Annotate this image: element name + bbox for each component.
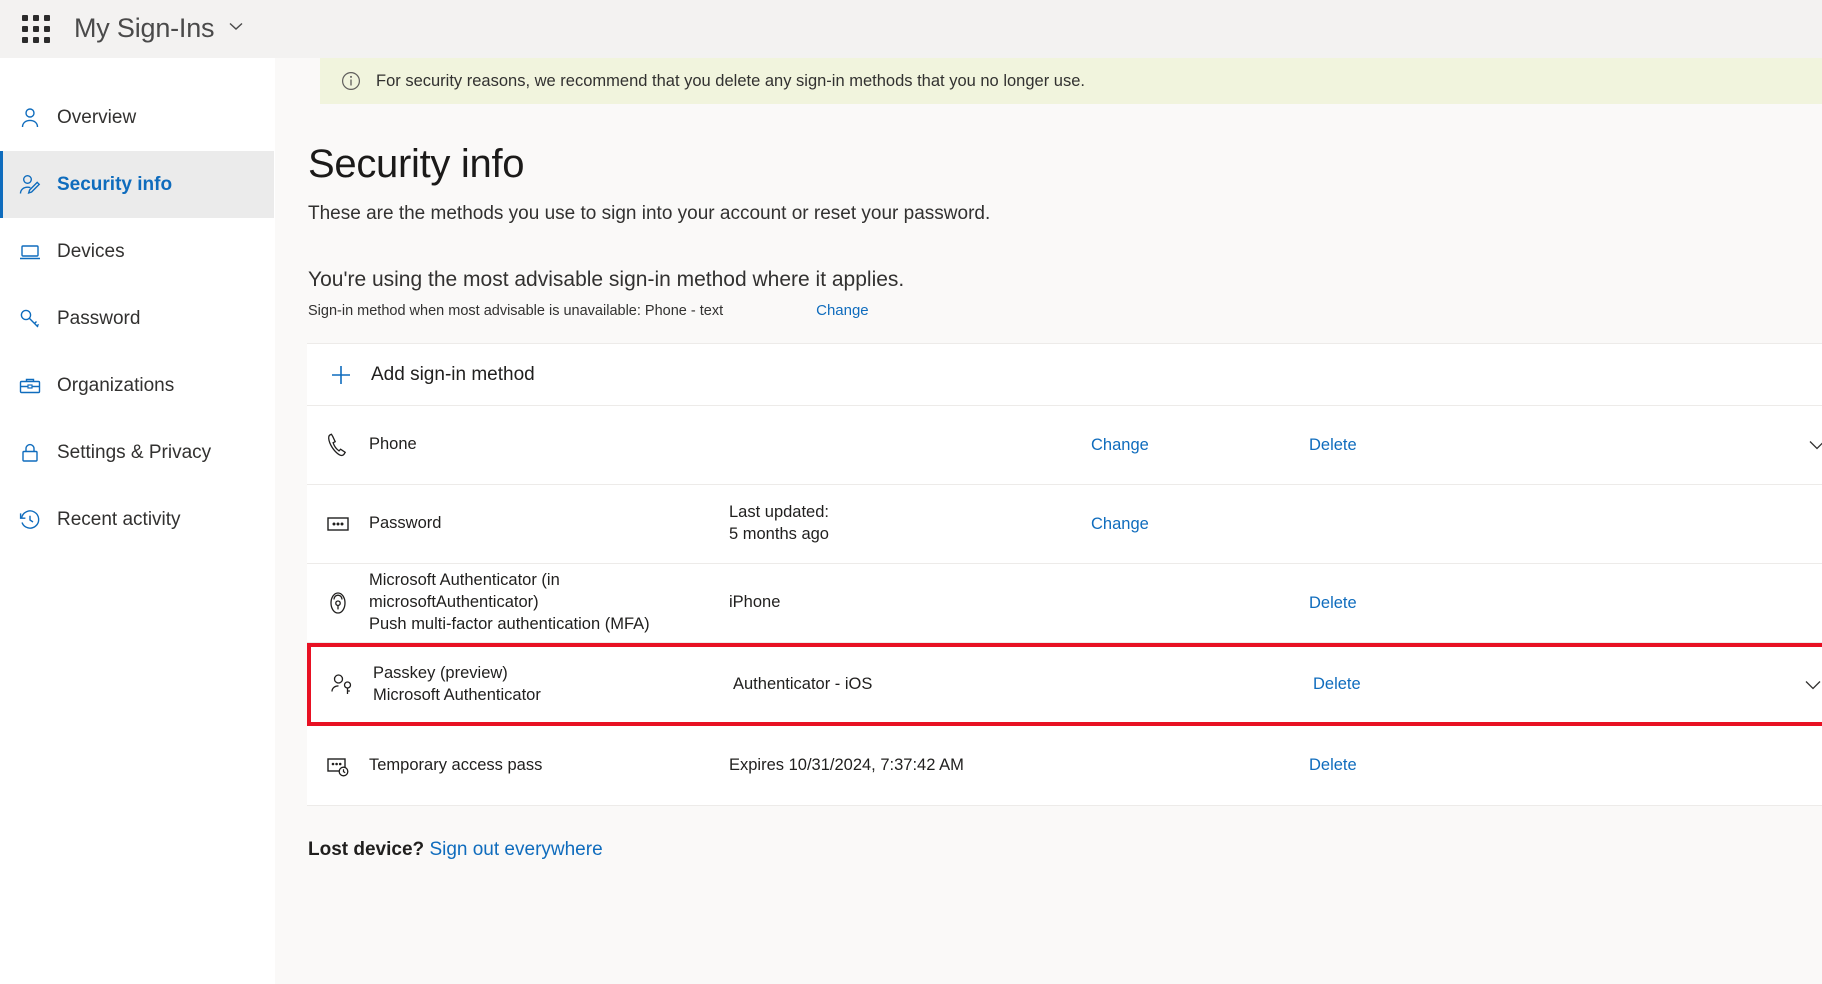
- sidebar-item-label: Settings & Privacy: [57, 442, 211, 464]
- phone-icon: [307, 430, 369, 460]
- brand-title: My Sign-Ins: [74, 13, 214, 44]
- chevron-down-icon: [226, 16, 246, 41]
- waffle-grid-icon[interactable]: [14, 7, 58, 51]
- table-row-passkey-highlighted: Passkey (preview) Microsoft Authenticato…: [307, 643, 1822, 726]
- sidebar-item-security-info[interactable]: Security info: [0, 151, 274, 218]
- delete-link[interactable]: Delete: [1309, 436, 1357, 454]
- security-recommendation-banner: For security reasons, we recommend that …: [320, 58, 1822, 104]
- laptop-icon: [17, 239, 43, 265]
- advisable-change-link[interactable]: Change: [816, 302, 869, 319]
- advisable-row: Sign-in method when most advisable is un…: [308, 302, 1822, 319]
- body-area: Overview Security info Devices Password: [0, 58, 1822, 984]
- sidebar-item-label: Security info: [57, 174, 172, 196]
- delete-link[interactable]: Delete: [1313, 675, 1361, 693]
- method-name-primary: Phone: [369, 435, 417, 453]
- plus-icon: [329, 363, 353, 387]
- add-sign-in-method-button[interactable]: Add sign-in method: [307, 344, 1822, 406]
- info-circle-icon: [340, 70, 362, 92]
- method-detail: Last updated: 5 months ago: [729, 502, 1091, 546]
- sidebar-item-label: Devices: [57, 241, 125, 263]
- sidebar-item-devices[interactable]: Devices: [0, 218, 274, 285]
- method-action-primary: Change: [1091, 436, 1309, 455]
- method-detail-primary: Last updated:: [729, 503, 829, 521]
- table-row: Phone Change Delete: [307, 406, 1822, 485]
- method-action-secondary: Delete: [1309, 436, 1525, 455]
- method-action-secondary: Delete: [1309, 756, 1525, 775]
- method-name-primary: Temporary access pass: [369, 756, 542, 774]
- briefcase-icon: [17, 373, 43, 399]
- advisable-note: Sign-in method when most advisable is un…: [308, 303, 723, 319]
- delete-link[interactable]: Delete: [1309, 594, 1357, 612]
- advisable-heading: You're using the most advisable sign-in …: [308, 268, 1822, 292]
- change-link[interactable]: Change: [1091, 436, 1149, 454]
- sidebar-item-recent-activity[interactable]: Recent activity: [0, 486, 274, 553]
- sign-out-everywhere-link[interactable]: Sign out everywhere: [429, 839, 602, 860]
- method-name-secondary: Push multi-factor authentication (MFA): [369, 614, 729, 636]
- content-area: Security info These are the methods you …: [275, 142, 1822, 861]
- top-bar: My Sign-Ins: [0, 0, 1822, 58]
- method-detail-primary: Authenticator - iOS: [733, 675, 872, 693]
- lost-device-prompt: Lost device?: [308, 839, 424, 860]
- table-row: Microsoft Authenticator (in microsoftAut…: [307, 564, 1822, 643]
- sidebar-item-settings-privacy[interactable]: Settings & Privacy: [0, 419, 274, 486]
- security-info-page: My Sign-Ins Overview Security info: [0, 0, 1822, 984]
- sidebar-item-organizations[interactable]: Organizations: [0, 352, 274, 419]
- method-action-secondary: Delete: [1313, 675, 1529, 694]
- method-detail: Expires 10/31/2024, 7:37:42 AM: [729, 755, 1091, 777]
- expand-chevron-down-icon[interactable]: [1529, 674, 1822, 696]
- key-icon: [17, 306, 43, 332]
- method-name-secondary: Microsoft Authenticator: [373, 685, 733, 707]
- method-action-secondary: Delete: [1309, 594, 1525, 613]
- change-link[interactable]: Change: [1091, 515, 1149, 533]
- sidebar-item-label: Overview: [57, 107, 136, 129]
- method-action-primary: Change: [1091, 515, 1309, 534]
- table-row: Temporary access pass Expires 10/31/2024…: [307, 726, 1822, 805]
- passkey-icon: [311, 670, 373, 700]
- method-name: Phone: [369, 434, 729, 456]
- method-name: Temporary access pass: [369, 755, 729, 777]
- sidebar: Overview Security info Devices Password: [0, 58, 275, 984]
- page-title: Security info: [308, 142, 1822, 187]
- method-name: Password: [369, 513, 729, 535]
- person-icon: [17, 105, 43, 131]
- method-name: Microsoft Authenticator (in microsoftAut…: [369, 570, 729, 635]
- page-subtitle: These are the methods you use to sign in…: [308, 203, 1822, 225]
- lost-device-footer: Lost device? Sign out everywhere: [308, 839, 1822, 861]
- banner-text: For security reasons, we recommend that …: [376, 72, 1085, 91]
- sign-in-methods-card: Add sign-in method Phone: [307, 343, 1822, 806]
- method-name: Passkey (preview) Microsoft Authenticato…: [373, 663, 733, 707]
- method-name-primary: Password: [369, 514, 441, 532]
- table-row: Password Last updated: 5 months ago Chan…: [307, 485, 1822, 564]
- sidebar-item-label: Organizations: [57, 375, 174, 397]
- method-detail: Authenticator - iOS: [733, 674, 1095, 696]
- delete-link[interactable]: Delete: [1309, 756, 1357, 774]
- method-detail-primary: iPhone: [729, 593, 780, 611]
- expand-chevron-down-icon[interactable]: [1525, 434, 1822, 456]
- sidebar-item-password[interactable]: Password: [0, 285, 274, 352]
- main-content: For security reasons, we recommend that …: [275, 58, 1822, 984]
- method-detail-secondary: 5 months ago: [729, 524, 1091, 546]
- method-name-primary: Microsoft Authenticator (in microsoftAut…: [369, 571, 560, 611]
- history-clock-icon: [17, 507, 43, 533]
- authenticator-icon: [307, 588, 369, 618]
- temporary-pass-icon: [307, 751, 369, 781]
- person-edit-icon: [17, 172, 43, 198]
- lock-icon: [17, 440, 43, 466]
- add-sign-in-method-label: Add sign-in method: [371, 364, 535, 386]
- brand-menu[interactable]: My Sign-Ins: [74, 13, 246, 44]
- method-name-primary: Passkey (preview): [373, 664, 508, 682]
- method-detail-primary: Expires 10/31/2024, 7:37:42 AM: [729, 756, 964, 774]
- password-dots-icon: [307, 509, 369, 539]
- method-detail: iPhone: [729, 592, 1091, 614]
- sidebar-item-label: Password: [57, 308, 140, 330]
- sidebar-item-overview[interactable]: Overview: [0, 84, 274, 151]
- sidebar-item-label: Recent activity: [57, 509, 181, 531]
